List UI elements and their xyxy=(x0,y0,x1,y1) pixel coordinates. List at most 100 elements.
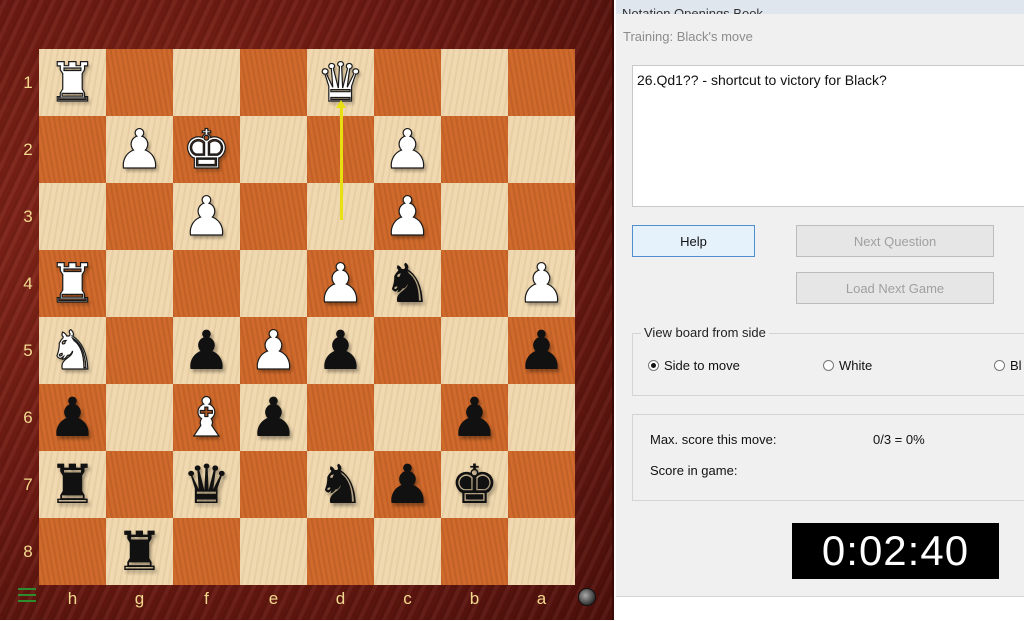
square-h8[interactable] xyxy=(39,518,106,585)
board-frame: ♜ ♛ ♟ ♚ ♟ ♟ ♟ ♜ ♟ ♞ ♟ ♞ ♟ ♟ ♟ ♟ ♟ ♝ ♟ ♟ ♜ ♛ ♞ ♟ ♚ ♜ 12345678 hgfe… xyxy=(0,0,614,620)
radio-icon xyxy=(823,359,834,371)
square-f1[interactable] xyxy=(173,49,240,116)
radio-side-to-move[interactable]: Side to move xyxy=(648,356,740,374)
square-c6[interactable] xyxy=(374,384,441,451)
white-pawn-d4-icon[interactable]: ♟ xyxy=(307,250,374,317)
square-g1[interactable] xyxy=(106,49,173,116)
rank-label: 2 xyxy=(23,140,33,159)
square-f4[interactable] xyxy=(173,250,240,317)
square-c5[interactable] xyxy=(374,317,441,384)
white-pawn-f3-icon[interactable]: ♟ xyxy=(173,183,240,250)
white-pawn-e5-icon[interactable]: ♟ xyxy=(240,317,307,384)
move-arrow-head xyxy=(336,100,346,108)
square-e1[interactable] xyxy=(240,49,307,116)
square-g5[interactable] xyxy=(106,317,173,384)
black-pawn-h6-icon[interactable]: ♟ xyxy=(39,384,106,451)
square-b4[interactable] xyxy=(441,250,508,317)
tab-labels[interactable]: Notation Openings Book xyxy=(622,6,763,14)
move-arrow xyxy=(340,104,343,220)
white-pawn-c3-icon[interactable]: ♟ xyxy=(374,183,441,250)
file-label: c xyxy=(403,589,412,608)
square-c1[interactable] xyxy=(374,49,441,116)
rank-label: 4 xyxy=(23,274,33,293)
square-c8[interactable] xyxy=(374,518,441,585)
radio-icon xyxy=(994,359,1005,371)
file-label: a xyxy=(536,589,547,608)
square-g4[interactable] xyxy=(106,250,173,317)
square-b1[interactable] xyxy=(441,49,508,116)
white-king-f2-icon[interactable]: ♚ xyxy=(173,116,240,183)
view-side-label: View board from side xyxy=(641,325,769,340)
black-queen-f7-icon[interactable]: ♛ xyxy=(173,451,240,518)
file-label: d xyxy=(335,589,346,608)
black-pawn-c7-icon[interactable]: ♟ xyxy=(374,451,441,518)
chess-board[interactable]: ♜ ♛ ♟ ♚ ♟ ♟ ♟ ♜ ♟ ♞ ♟ ♞ ♟ ♟ ♟ ♟ ♟ ♝ ♟ ♟ ♜ ♛ ♞ ♟ ♚ ♜ xyxy=(39,49,575,585)
square-g7[interactable] xyxy=(106,451,173,518)
black-pawn-e6-icon[interactable]: ♟ xyxy=(240,384,307,451)
white-rook-h1-icon[interactable]: ♜ xyxy=(39,49,106,116)
radio-white-label: White xyxy=(839,357,873,373)
square-a3[interactable] xyxy=(508,183,575,250)
white-bishop-f6-icon[interactable]: ♝ xyxy=(173,384,240,451)
square-h2[interactable] xyxy=(39,116,106,183)
question-text-box: 26.Qd1?? - shortcut to victory for Black… xyxy=(632,65,1024,207)
square-a2[interactable] xyxy=(508,116,575,183)
square-b5[interactable] xyxy=(441,317,508,384)
radio-side-to-move-label: Side to move xyxy=(664,357,740,373)
square-a7[interactable] xyxy=(508,451,575,518)
square-e3[interactable] xyxy=(240,183,307,250)
square-b3[interactable] xyxy=(441,183,508,250)
square-d8[interactable] xyxy=(307,518,374,585)
square-f8[interactable] xyxy=(173,518,240,585)
radio-black-label: Bl xyxy=(1010,357,1022,373)
training-panel: Notation Openings Book Training: Black's… xyxy=(616,0,1024,621)
square-b2[interactable] xyxy=(441,116,508,183)
board-menu-icon[interactable] xyxy=(18,588,36,602)
square-g3[interactable] xyxy=(106,183,173,250)
help-button[interactable]: Help xyxy=(632,225,755,257)
white-rook-h4-icon[interactable]: ♜ xyxy=(39,250,106,317)
clock-display: 0:02:40 xyxy=(792,523,999,579)
file-label: h xyxy=(67,589,78,608)
square-e4[interactable] xyxy=(240,250,307,317)
white-pawn-a4-icon[interactable]: ♟ xyxy=(508,250,575,317)
bottom-strip xyxy=(616,596,1024,621)
score-in-game-label: Score in game: xyxy=(650,463,738,478)
square-h3[interactable] xyxy=(39,183,106,250)
max-score-value: 0/3 = 0% xyxy=(873,432,925,447)
black-pawn-b6-icon[interactable]: ♟ xyxy=(441,384,508,451)
file-label: e xyxy=(268,589,279,608)
black-pawn-a5-icon[interactable]: ♟ xyxy=(508,317,575,384)
score-box xyxy=(632,414,1024,501)
square-b8[interactable] xyxy=(441,518,508,585)
square-e7[interactable] xyxy=(240,451,307,518)
rank-label: 6 xyxy=(23,408,33,427)
rank-label: 5 xyxy=(23,341,33,360)
radio-white[interactable]: White xyxy=(823,356,872,374)
black-rook-h7-icon[interactable]: ♜ xyxy=(39,451,106,518)
square-d6[interactable] xyxy=(307,384,374,451)
load-next-game-button[interactable]: Load Next Game xyxy=(796,272,994,304)
square-e2[interactable] xyxy=(240,116,307,183)
radio-black[interactable]: Bl xyxy=(994,356,1022,374)
white-knight-h5-icon[interactable]: ♞ xyxy=(39,317,106,384)
black-pawn-d5-icon[interactable]: ♟ xyxy=(307,317,374,384)
black-king-b7-icon[interactable]: ♚ xyxy=(441,451,508,518)
rank-label: 3 xyxy=(23,207,33,226)
black-knight-d7-icon[interactable]: ♞ xyxy=(307,451,374,518)
board-settings-icon[interactable] xyxy=(578,588,596,606)
file-label: b xyxy=(469,589,480,608)
training-title: Training: Black's move xyxy=(623,29,753,44)
black-pawn-f5-icon[interactable]: ♟ xyxy=(173,317,240,384)
square-a6[interactable] xyxy=(508,384,575,451)
white-pawn-g2-icon[interactable]: ♟ xyxy=(106,116,173,183)
square-a8[interactable] xyxy=(508,518,575,585)
next-question-button[interactable]: Next Question xyxy=(796,225,994,257)
square-g6[interactable] xyxy=(106,384,173,451)
square-e8[interactable] xyxy=(240,518,307,585)
rank-label: 7 xyxy=(23,475,33,494)
white-pawn-c2-icon[interactable]: ♟ xyxy=(374,116,441,183)
black-knight-c4-icon[interactable]: ♞ xyxy=(374,250,441,317)
black-rook-g8-icon[interactable]: ♜ xyxy=(106,518,173,585)
square-a1[interactable] xyxy=(508,49,575,116)
